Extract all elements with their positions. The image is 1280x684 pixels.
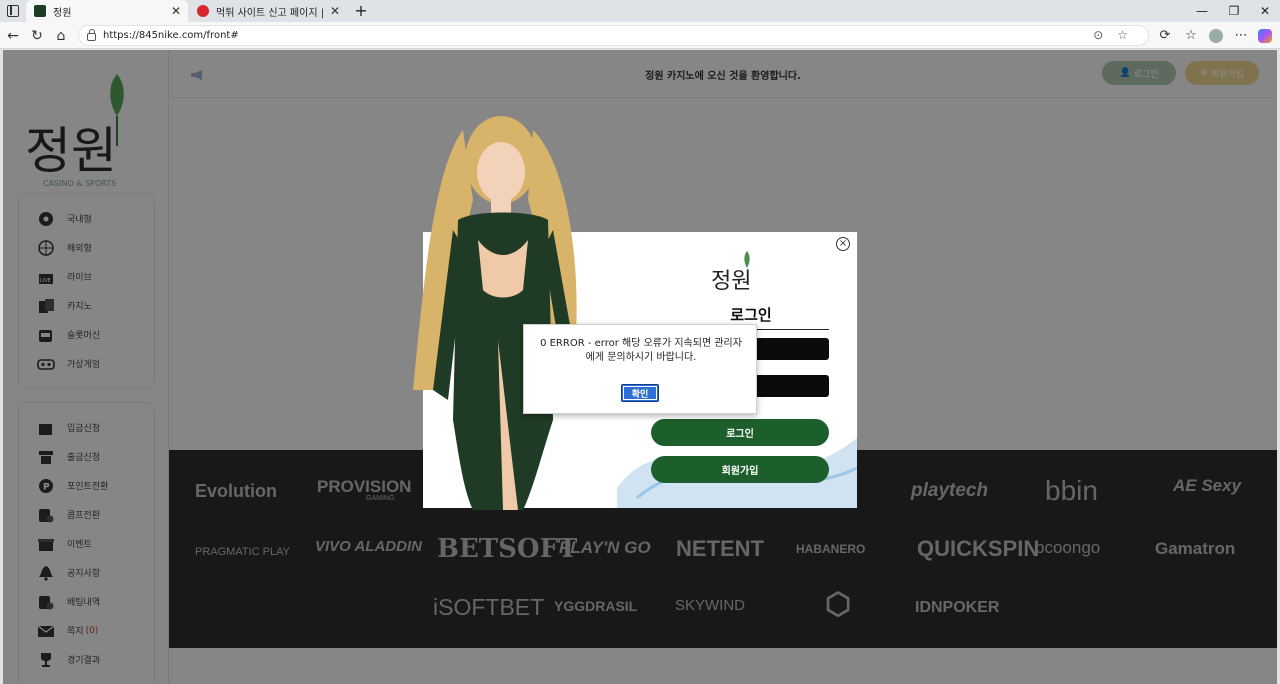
login-button[interactable]: 로그인	[651, 419, 829, 446]
new-tab-button[interactable]: +	[351, 1, 371, 21]
more-menu-icon[interactable]: ⋯	[1230, 25, 1252, 47]
alert-message: 0 ERROR - error 해당 오류가 지속되면 관리자에게 문의하시기 …	[540, 338, 742, 363]
url-field[interactable]: https://845nike.com/front# ⊙☆	[78, 25, 1149, 46]
extensions-icon[interactable]: ⟳	[1154, 25, 1176, 47]
address-bar-row: ← ↻ ⌂ https://845nike.com/front# ⊙☆ ⟳ ☆ …	[0, 22, 1280, 49]
tab-title: 먹튀 사이트 신고 페이지 | 토토핫	[216, 7, 327, 19]
site-favicon-icon	[197, 5, 209, 17]
tab-title: 정원	[53, 7, 72, 19]
home-button[interactable]: ⌂	[50, 25, 72, 47]
restore-button[interactable]: ❐	[1218, 0, 1250, 22]
browser-tab-bar: 정원 ✕ 먹튀 사이트 신고 페이지 | 토토핫 ✕ + — ❐ ✕	[0, 0, 1280, 22]
close-icon[interactable]: ✕	[327, 4, 343, 18]
tab-jeongwon[interactable]: 정원 ✕	[26, 0, 188, 22]
close-icon[interactable]: ✕	[168, 4, 184, 18]
lock-icon	[87, 28, 96, 41]
sidebar-toggle-icon[interactable]	[7, 5, 19, 17]
window-close-button[interactable]: ✕	[1249, 0, 1280, 22]
web-page: 정원 CASINO & SPORTS 국내형 해외형 LIVE 라이브 카지노 슬…	[3, 50, 1277, 684]
address-actions[interactable]: ⊙☆	[1093, 28, 1142, 42]
join-button[interactable]: 회원가입	[651, 456, 829, 483]
minimize-button[interactable]: —	[1186, 0, 1218, 22]
copilot-icon[interactable]	[1254, 25, 1276, 47]
alert-confirm-button[interactable]: 확인	[621, 384, 659, 402]
modal-logo: 정원	[711, 251, 751, 294]
character-illustration	[413, 116, 578, 510]
favorites-icon[interactable]: ☆	[1180, 25, 1202, 47]
url-text: https://845nike.com/front#	[103, 30, 239, 41]
error-alert-dialog: 0 ERROR - error 해당 오류가 지속되면 관리자에게 문의하시기 …	[523, 324, 757, 414]
profile-avatar[interactable]	[1205, 25, 1227, 47]
site-favicon-icon	[34, 5, 46, 17]
reload-button[interactable]: ↻	[26, 25, 48, 47]
back-button[interactable]: ←	[2, 25, 24, 47]
modal-close-icon[interactable]: ×	[836, 237, 850, 251]
tab-report-site[interactable]: 먹튀 사이트 신고 페이지 | 토토핫 ✕	[189, 0, 347, 22]
modal-logo-text: 정원	[711, 269, 751, 294]
